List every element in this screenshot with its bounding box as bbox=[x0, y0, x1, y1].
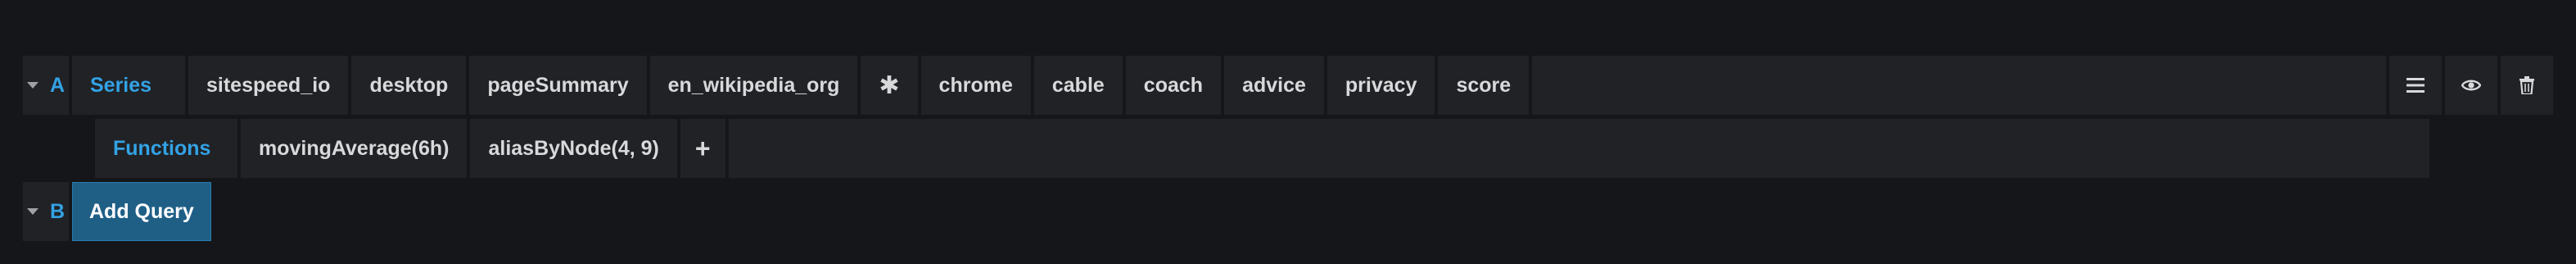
plus-icon: + bbox=[694, 133, 711, 163]
series-segment-2[interactable]: pageSummary bbox=[469, 56, 647, 115]
series-segment-10[interactable]: score bbox=[1438, 56, 1530, 115]
query-a-series-row: A Series sitespeed_io desktop pageSummar… bbox=[23, 56, 2553, 115]
query-a-functions-row: Functions movingAverage(6h) aliasByNode(… bbox=[95, 119, 2429, 178]
query-b-row: B Add Query bbox=[23, 182, 211, 241]
add-function-button[interactable]: + bbox=[680, 119, 725, 178]
series-segment-5[interactable]: chrome bbox=[920, 56, 1031, 115]
menu-button[interactable] bbox=[2389, 56, 2442, 115]
query-b-letter: B bbox=[49, 199, 66, 223]
series-segment-1[interactable]: desktop bbox=[351, 56, 467, 115]
functions-empty-area bbox=[728, 119, 2429, 178]
series-empty-area[interactable] bbox=[1532, 56, 2386, 115]
series-label: Series bbox=[72, 56, 185, 115]
caret-down-icon bbox=[26, 208, 38, 215]
series-segment-7[interactable]: coach bbox=[1125, 56, 1222, 115]
series-segment-6[interactable]: cable bbox=[1033, 56, 1123, 115]
eye-icon bbox=[2461, 80, 2481, 91]
series-segment-3[interactable]: en_wikipedia_org bbox=[649, 56, 858, 115]
function-0[interactable]: movingAverage(6h) bbox=[241, 119, 468, 178]
query-b-toggle[interactable]: B bbox=[23, 182, 69, 241]
caret-down-icon bbox=[26, 82, 38, 89]
delete-query-button[interactable] bbox=[2501, 56, 2553, 115]
trash-icon bbox=[2520, 76, 2534, 94]
series-segment-8[interactable]: advice bbox=[1224, 56, 1324, 115]
query-a-toggle[interactable]: A bbox=[23, 56, 69, 115]
toggle-visibility-button[interactable] bbox=[2445, 56, 2497, 115]
menu-icon bbox=[2407, 78, 2425, 93]
query-a-letter: A bbox=[49, 73, 66, 97]
series-segment-wildcard[interactable]: ✱ bbox=[861, 56, 918, 115]
series-segment-0[interactable]: sitespeed_io bbox=[188, 56, 349, 115]
function-1[interactable]: aliasByNode(4, 9) bbox=[470, 119, 677, 178]
functions-label: Functions bbox=[95, 119, 237, 178]
series-segment-9[interactable]: privacy bbox=[1326, 56, 1435, 115]
add-query-button[interactable]: Add Query bbox=[72, 182, 211, 241]
